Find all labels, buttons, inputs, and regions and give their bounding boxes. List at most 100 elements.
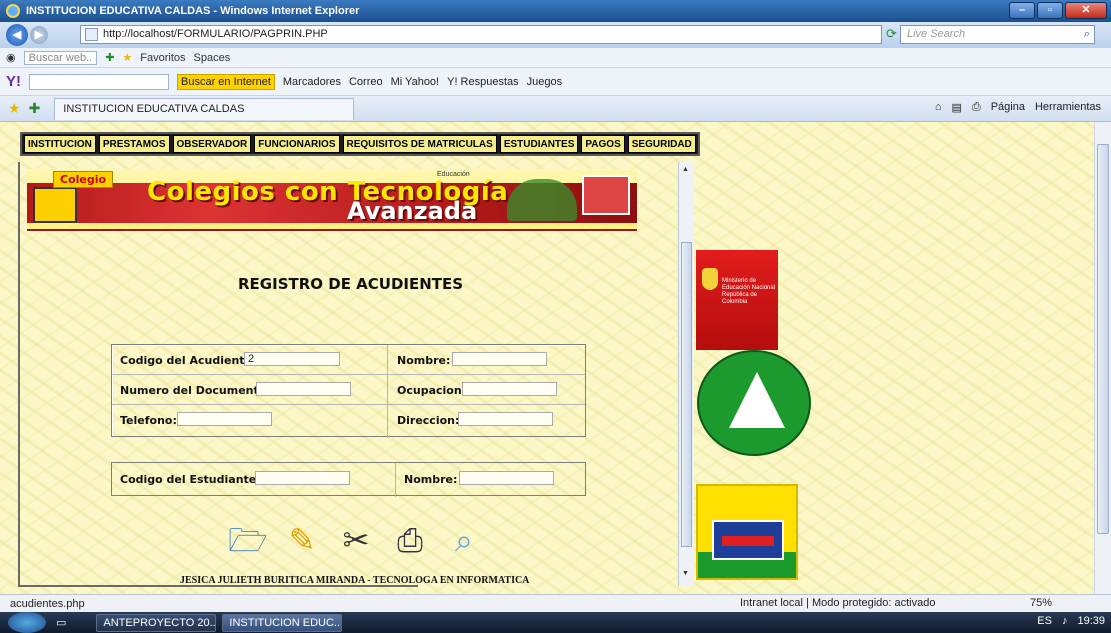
taskbar-item-ie[interactable]: INSTITUCION EDUC... — [222, 613, 343, 632]
students-illustration — [507, 179, 577, 221]
main-menu: INSTITUCION PRESTAMOS OBSERVADOR FUNCION… — [20, 132, 700, 156]
codigo-estudiante-label: Codigo del Estudiantes: — [120, 473, 268, 486]
page-icon — [85, 28, 98, 41]
feeds-icon[interactable]: ▤ — [951, 101, 961, 114]
window-titlebar: INSTITUCION EDUCATIVA CALDAS - Windows I… — [0, 0, 1111, 22]
page-content: INSTITUCION PRESTAMOS OBSERVADOR FUNCION… — [0, 122, 1094, 594]
maximize-button[interactable]: ▫ — [1037, 2, 1063, 19]
ministerio-logo: Ministerio de Educación Nacional Repúbli… — [696, 250, 778, 350]
page-scrollbar[interactable] — [1094, 122, 1111, 594]
window-title: INSTITUCION EDUCATIVA CALDAS - Windows I… — [26, 5, 360, 17]
acudiente-form: Codigo del Acudiente: 2 Nombre: Numero d… — [111, 344, 586, 438]
refresh-icon[interactable]: ⟳ — [886, 26, 897, 42]
buscar-button[interactable]: Buscar en Internet — [177, 73, 275, 90]
magnifier-icon[interactable]: ⌕ — [444, 520, 484, 560]
address-bar: ◀ ▶ http://localhost/FORMULARIO/PAGPRIN.… — [0, 22, 1111, 48]
window-controls: – ▫ ✕ — [1009, 2, 1107, 19]
menu-institucion[interactable]: INSTITUCION — [24, 135, 96, 153]
home-icon[interactable]: ⌂ — [935, 101, 942, 114]
menu-requisitos[interactable]: REQUISITOS DE MATRICULAS — [342, 135, 497, 153]
yahoo-search-input[interactable] — [29, 73, 169, 90]
toolbar-1: ◉ Buscar web.. ✚ ★ Favoritos Spaces — [0, 48, 1111, 68]
page-scroll-thumb[interactable] — [1097, 144, 1109, 534]
favorites-star-icon[interactable]: ★ — [122, 51, 132, 64]
estudiante-form: Codigo del Estudiantes: Nombre: — [111, 462, 586, 497]
codigo-estudiante-field[interactable] — [255, 471, 350, 485]
frame-scrollbar[interactable]: ▲ ▼ — [678, 162, 694, 586]
menu-observador[interactable]: OBSERVADOR — [172, 135, 252, 153]
nombre-field[interactable] — [452, 352, 547, 366]
direccion-field[interactable] — [458, 412, 553, 426]
juegos-button[interactable]: Juegos — [527, 76, 562, 88]
windows-taskbar: ▭ ANTEPROYECTO 20... INSTITUCION EDUC...… — [0, 612, 1111, 633]
open-folder-icon[interactable]: 🗁 — [228, 520, 268, 560]
tab-label: INSTITUCION EDUCATIVA CALDAS — [63, 102, 245, 115]
herramientas-menu[interactable]: Herramientas — [1035, 101, 1101, 114]
nombre-estudiante-label: Nombre: — [404, 473, 458, 486]
show-desktop-icon[interactable]: ▭ — [56, 616, 66, 629]
menu-estudiantes[interactable]: ESTUDIANTES — [499, 135, 579, 153]
respuestas-button[interactable]: Y! Respuestas — [447, 76, 519, 88]
forward-button[interactable]: ▶ — [30, 26, 48, 44]
scroll-up-arrow[interactable]: ▲ — [682, 166, 689, 173]
frame-scroll-thumb[interactable] — [681, 242, 692, 547]
minimize-button[interactable]: – — [1009, 2, 1035, 19]
school-banner: Colegio Educación Colegios con Tecnologí… — [27, 169, 637, 231]
banner-tag: Colegio — [53, 171, 114, 188]
menu-funcionarios[interactable]: FUNCIONARIOS — [254, 135, 340, 153]
scroll-down-arrow[interactable]: ▼ — [682, 570, 689, 577]
menu-pagos[interactable]: PAGOS — [581, 135, 625, 153]
search-icon[interactable]: ⌕ — [1084, 26, 1090, 43]
codigo-acudiente-field[interactable]: 2 — [244, 352, 340, 366]
pagina-menu[interactable]: Página — [991, 101, 1025, 114]
url-field[interactable]: http://localhost/FORMULARIO/PAGPRIN.PHP — [80, 25, 882, 44]
edit-document-icon[interactable]: ✎ — [282, 520, 322, 560]
yahoo-toolbar: Y! Buscar en Internet Marcadores Correo … — [0, 68, 1111, 96]
live-search-placeholder: Live Search — [907, 28, 966, 40]
menu-seguridad[interactable]: SEGURIDAD — [627, 135, 696, 153]
spaces-button[interactable]: Spaces — [194, 52, 231, 64]
back-button[interactable]: ◀ — [6, 24, 28, 46]
school-house-icon — [582, 175, 630, 215]
system-tray: ES ♪ 19:39 — [1037, 615, 1105, 627]
mi-yahoo-button[interactable]: Mi Yahoo! — [391, 76, 440, 88]
correo-button[interactable]: Correo — [349, 76, 383, 88]
direccion-label: Direccion: — [397, 414, 460, 427]
security-zone: Intranet local | Modo protegido: activad… — [740, 597, 936, 609]
numero-documento-label: Numero del Documento: — [120, 384, 271, 397]
volume-icon[interactable]: ♪ — [1062, 615, 1068, 627]
clock[interactable]: 19:39 — [1077, 615, 1105, 627]
taskbar-item-anteproyecto[interactable]: ANTEPROYECTO 20... — [96, 613, 217, 632]
yahoo-icon[interactable]: Y! — [6, 73, 21, 90]
printer-icon[interactable]: ⎙ — [390, 520, 430, 560]
ocupacion-field[interactable] — [462, 382, 557, 396]
close-button[interactable]: ✕ — [1065, 2, 1107, 19]
broom-clean-icon[interactable]: ✂ — [336, 520, 376, 560]
toolbar-logo-icon: ◉ — [6, 52, 16, 64]
telefono-field[interactable] — [177, 412, 272, 426]
language-indicator[interactable]: ES — [1037, 615, 1052, 627]
codigo-acudiente-label: Codigo del Acudiente: — [120, 354, 257, 367]
marcadores-button[interactable]: Marcadores — [283, 76, 341, 88]
add-favorites-icon[interactable]: ✚ — [29, 100, 41, 117]
page-title: REGISTRO DE ACUDIENTES — [238, 275, 464, 293]
print-icon[interactable]: ⎙ — [972, 101, 981, 114]
live-search-input[interactable]: Live Search ⌕ — [900, 25, 1095, 44]
menu-prestamos[interactable]: PRESTAMOS — [98, 135, 170, 153]
status-bar: acudientes.php Intranet local | Modo pro… — [0, 594, 1111, 612]
municipal-coat-of-arms — [696, 484, 798, 580]
start-button[interactable] — [8, 612, 46, 633]
tab-institucion[interactable]: INSTITUCION EDUCATIVA CALDAS — [54, 97, 355, 120]
school-building-icon — [33, 187, 77, 223]
nombre-estudiante-field[interactable] — [459, 471, 554, 485]
add-icon[interactable]: ✚ — [105, 51, 114, 64]
nombre-label: Nombre: — [397, 354, 451, 367]
ie-icon — [6, 4, 20, 18]
favoritos-button[interactable]: Favoritos — [140, 52, 185, 64]
numero-documento-field[interactable] — [256, 382, 351, 396]
command-bar: ⌂ ▤ ⎙ Página Herramientas — [935, 101, 1101, 114]
web-search-box[interactable]: Buscar web.. — [23, 50, 98, 65]
favorites-center-icon[interactable]: ★ — [8, 100, 21, 117]
frame-border-left — [18, 162, 20, 586]
zoom-level[interactable]: 75% — [1030, 597, 1052, 609]
